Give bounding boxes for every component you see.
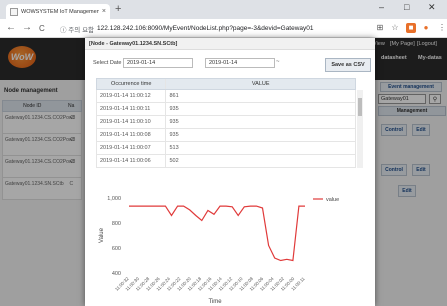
- browser-tab-bar: WOWSYSTEM IoT Management × + – □ ✕: [0, 0, 447, 19]
- scrollbar-thumb[interactable]: [358, 98, 362, 116]
- date-range-separator: ~: [276, 59, 280, 65]
- close-window-button[interactable]: ✕: [428, 2, 436, 13]
- minimize-button[interactable]: –: [379, 2, 384, 12]
- menu-icon[interactable]: ⋮: [437, 23, 447, 33]
- tab-title: WOWSYSTEM IoT Management: [21, 8, 99, 15]
- column-header: Occurrence time: [97, 79, 167, 89]
- url-field[interactable]: ⓘ 주의 요함 122.128.242.106:8090/MyEvent/Nod…: [60, 22, 380, 35]
- translate-icon[interactable]: ⊞: [375, 23, 385, 33]
- tab-close-icon[interactable]: ×: [102, 8, 106, 15]
- modal-title: [Node - Gateway01.1234.SN.SCtb]: [85, 38, 375, 50]
- occurrence-time: 2019-01-14 11:00:11: [97, 103, 167, 115]
- occurrence-time: 2019-01-14 11:00:10: [97, 116, 167, 128]
- reload-button[interactable]: C: [39, 24, 45, 33]
- occurrence-time: 2019-01-14 11:00:12: [97, 90, 167, 102]
- bookmark-star-icon[interactable]: ☆: [390, 23, 400, 33]
- table-row: 2019-01-14 11:00:08 935: [96, 129, 356, 142]
- table-row: 2019-01-14 11:00:12 861: [96, 90, 356, 103]
- legend-label: value: [326, 197, 339, 203]
- y-tick-label: 800: [112, 221, 121, 227]
- table-row: 2019-01-14 11:00:06 502: [96, 155, 356, 168]
- profile-icon[interactable]: ●: [421, 23, 431, 33]
- new-tab-button[interactable]: +: [115, 3, 121, 15]
- y-tick-label: 600: [112, 246, 121, 252]
- y-tick-label: 1,000: [107, 196, 121, 202]
- page-favicon-icon: [10, 7, 18, 16]
- occurrence-time: 2019-01-14 11:00:08: [97, 129, 167, 141]
- security-indicator[interactable]: ⓘ 주의 요함: [60, 24, 94, 34]
- x-axis-label: Time: [208, 299, 222, 305]
- table-scrollbar[interactable]: [357, 90, 363, 168]
- value-line-chart: 4006008001,000ValueTime11:00:3211:00:301…: [99, 196, 339, 305]
- table-row: 2019-01-14 11:00:11 935: [96, 103, 356, 116]
- y-tick-label: 400: [112, 271, 121, 277]
- select-date-label: Select Date: [93, 60, 122, 66]
- table-row: 2019-01-14 11:00:07 513: [96, 142, 356, 155]
- extension-icon[interactable]: ■: [406, 23, 416, 33]
- browser-tab[interactable]: WOWSYSTEM IoT Management ×: [6, 4, 110, 19]
- forward-button[interactable]: →: [22, 22, 32, 33]
- value-cell: 513: [169, 145, 179, 151]
- value-cell: 502: [169, 158, 179, 164]
- node-history-modal: [Node - Gateway01.1234.SN.SCtb] Select D…: [85, 38, 375, 306]
- occurrence-time: 2019-01-14 11:00:07: [97, 142, 167, 154]
- value-cell: 935: [169, 106, 179, 112]
- back-button[interactable]: ←: [6, 22, 16, 33]
- date-to-input[interactable]: 2019-01-14: [205, 58, 275, 68]
- occurrence-time: 2019-01-14 11:00:06: [97, 155, 167, 167]
- value-cell: 935: [169, 119, 179, 125]
- table-header: Occurrence time VALUE: [96, 78, 356, 90]
- save-csv-button[interactable]: Save as CSV: [325, 58, 371, 72]
- value-cell: 935: [169, 132, 179, 138]
- series-line: [129, 205, 305, 262]
- column-header: VALUE: [251, 81, 270, 87]
- table-row: 2019-01-14 11:00:10 935: [96, 116, 356, 129]
- y-axis-label: Value: [99, 227, 105, 243]
- value-cell: 861: [169, 93, 179, 99]
- address-bar: ← → C ⓘ 주의 요함 122.128.242.106:8090/MyEve…: [0, 19, 447, 38]
- url-text: 122.128.242.106:8090/MyEvent/NodeList.ph…: [97, 25, 314, 32]
- maximize-button[interactable]: □: [404, 2, 409, 12]
- date-from-input[interactable]: 2019-01-14: [123, 58, 193, 68]
- data-table: Occurrence time VALUE 2019-01-14 11:00:1…: [96, 78, 356, 168]
